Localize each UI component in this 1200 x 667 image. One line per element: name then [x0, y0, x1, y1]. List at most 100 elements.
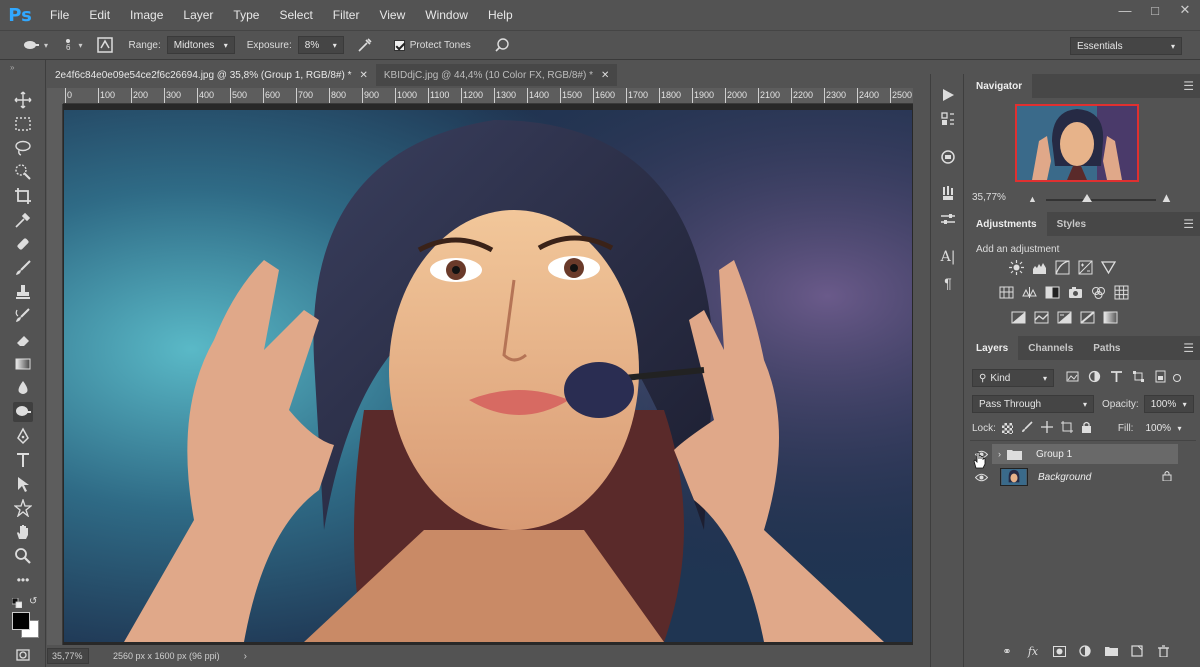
- dodge-tool-icon[interactable]: [13, 402, 33, 422]
- curves-icon[interactable]: [1054, 259, 1071, 276]
- layer-row-background[interactable]: Background: [970, 466, 1178, 488]
- lasso-tool-icon[interactable]: [13, 138, 33, 158]
- swap-colors-icon[interactable]: ↺: [29, 596, 37, 607]
- menu-file[interactable]: File: [40, 0, 79, 30]
- fill-input[interactable]: 100% ▾: [1138, 419, 1188, 437]
- lock-position-icon[interactable]: [1040, 420, 1053, 436]
- navigator-thumbnail[interactable]: [1015, 104, 1139, 182]
- brush-panel-icon[interactable]: [94, 34, 116, 56]
- foreground-color-swatch[interactable]: [12, 612, 30, 630]
- menu-edit[interactable]: Edit: [79, 0, 120, 30]
- menu-filter[interactable]: Filter: [323, 0, 370, 30]
- filter-type-icon[interactable]: [1110, 370, 1123, 386]
- tab-layers[interactable]: Layers: [966, 336, 1019, 360]
- more-tools-icon[interactable]: •••: [13, 570, 33, 590]
- properties-icon[interactable]: [939, 148, 957, 166]
- fx-icon[interactable]: fx: [1026, 644, 1040, 658]
- history-brush-tool-icon[interactable]: [13, 306, 33, 326]
- zoom-field[interactable]: 35,77%: [47, 648, 89, 664]
- delete-layer-icon[interactable]: [1156, 644, 1170, 658]
- menu-window[interactable]: Window: [415, 0, 478, 30]
- tab-paths[interactable]: Paths: [1083, 336, 1130, 360]
- blur-tool-icon[interactable]: [13, 378, 33, 398]
- channel-mixer-icon[interactable]: [1090, 284, 1107, 301]
- menu-help[interactable]: Help: [478, 0, 523, 30]
- hue-saturation-icon[interactable]: [998, 284, 1015, 301]
- restore-icon[interactable]: □: [1140, 0, 1170, 20]
- character-icon[interactable]: A|: [939, 248, 957, 266]
- filter-shape-icon[interactable]: [1132, 370, 1145, 386]
- tab-adjustments[interactable]: Adjustments: [966, 212, 1047, 236]
- black-white-icon[interactable]: [1044, 284, 1061, 301]
- eyedropper-tool-icon[interactable]: [13, 210, 33, 230]
- menu-layer[interactable]: Layer: [173, 0, 223, 30]
- link-layers-icon[interactable]: ⚭: [1000, 644, 1014, 658]
- crop-tool-icon[interactable]: [13, 186, 33, 206]
- stamp-tool-icon[interactable]: [13, 282, 33, 302]
- healing-brush-tool-icon[interactable]: [13, 234, 33, 254]
- vibrance-icon[interactable]: [1100, 259, 1117, 276]
- path-selection-tool-icon[interactable]: [13, 474, 33, 494]
- zoom-tool-icon[interactable]: [13, 546, 33, 566]
- chevron-down-icon[interactable]: ▾: [44, 41, 48, 50]
- play-icon[interactable]: [939, 86, 957, 104]
- close-icon[interactable]: ✕: [1170, 0, 1200, 20]
- layer-group-selected[interactable]: › Group 1: [992, 444, 1178, 464]
- airbrush-icon[interactable]: [354, 34, 376, 56]
- menu-view[interactable]: View: [369, 0, 415, 30]
- status-menu-icon[interactable]: ›: [244, 651, 247, 662]
- quick-mask-icon[interactable]: [16, 648, 30, 665]
- protect-tones-checkbox[interactable]: [393, 39, 405, 51]
- panel-menu-icon[interactable]: ☰: [1183, 79, 1194, 93]
- threshold-icon[interactable]: [1056, 309, 1073, 326]
- close-tab-icon[interactable]: ✕: [359, 70, 367, 81]
- lock-pixels-icon[interactable]: [1021, 420, 1033, 436]
- tab-styles[interactable]: Styles: [1047, 212, 1096, 236]
- default-colors-icon[interactable]: [11, 597, 23, 611]
- opacity-input[interactable]: 100% ▾: [1143, 395, 1194, 413]
- filter-pixel-icon[interactable]: [1066, 370, 1079, 386]
- brightness-contrast-icon[interactable]: [1008, 259, 1025, 276]
- color-lookup-icon[interactable]: [1113, 284, 1130, 301]
- menu-type[interactable]: Type: [223, 0, 269, 30]
- brush-tool-icon[interactable]: [13, 258, 33, 278]
- zoom-out-icon[interactable]: ▲: [1028, 194, 1037, 204]
- adjust-sliders-icon[interactable]: [939, 210, 957, 228]
- selective-color-icon[interactable]: [1079, 309, 1096, 326]
- zoom-slider-handle[interactable]: [1082, 194, 1092, 202]
- panel-menu-icon[interactable]: ☰: [1183, 217, 1194, 231]
- menu-image[interactable]: Image: [120, 0, 173, 30]
- gradient-tool-icon[interactable]: [13, 354, 33, 374]
- levels-icon[interactable]: [1031, 259, 1048, 276]
- paragraph-icon[interactable]: ¶: [939, 274, 957, 292]
- eraser-tool-icon[interactable]: [13, 330, 33, 350]
- move-tool-icon[interactable]: [13, 90, 33, 110]
- chevron-right-icon[interactable]: ›: [998, 449, 1001, 459]
- zoom-in-icon[interactable]: ▲: [1160, 190, 1173, 205]
- marquee-tool-icon[interactable]: [13, 114, 33, 134]
- tab-document-2[interactable]: KBIDdjC.jpg @ 44,4% (10 Color FX, RGB/8#…: [375, 64, 618, 86]
- document-canvas[interactable]: [64, 110, 912, 642]
- eye-icon[interactable]: [970, 473, 992, 482]
- type-tool-icon[interactable]: [13, 450, 33, 470]
- layer-row-group-1[interactable]: › Group 1: [970, 443, 1178, 465]
- lock-artboard-icon[interactable]: [1060, 420, 1073, 436]
- filter-toggle-icon[interactable]: [1173, 374, 1181, 382]
- tab-navigator[interactable]: Navigator: [966, 74, 1033, 98]
- zoom-slider-track[interactable]: [1046, 199, 1156, 201]
- panel-menu-icon[interactable]: ☰: [1183, 341, 1194, 355]
- gradient-map-icon[interactable]: [1102, 309, 1119, 326]
- new-adjustment-layer-icon[interactable]: [1078, 644, 1092, 658]
- menu-select[interactable]: Select: [269, 0, 322, 30]
- history-icon[interactable]: [939, 110, 957, 128]
- quick-selection-tool-icon[interactable]: [13, 162, 33, 182]
- exposure-input[interactable]: 8% ▾: [297, 36, 344, 54]
- posterize-icon[interactable]: [1033, 309, 1050, 326]
- hand-tool-icon[interactable]: [13, 522, 33, 542]
- layer-filter-select[interactable]: ⚲ Kind ▾: [972, 369, 1054, 387]
- filter-smart-object-icon[interactable]: [1154, 370, 1167, 386]
- new-group-icon[interactable]: [1104, 644, 1118, 658]
- close-tab-icon[interactable]: ✕: [601, 70, 609, 81]
- add-mask-icon[interactable]: [1052, 644, 1066, 658]
- collapse-icon[interactable]: »: [10, 63, 14, 72]
